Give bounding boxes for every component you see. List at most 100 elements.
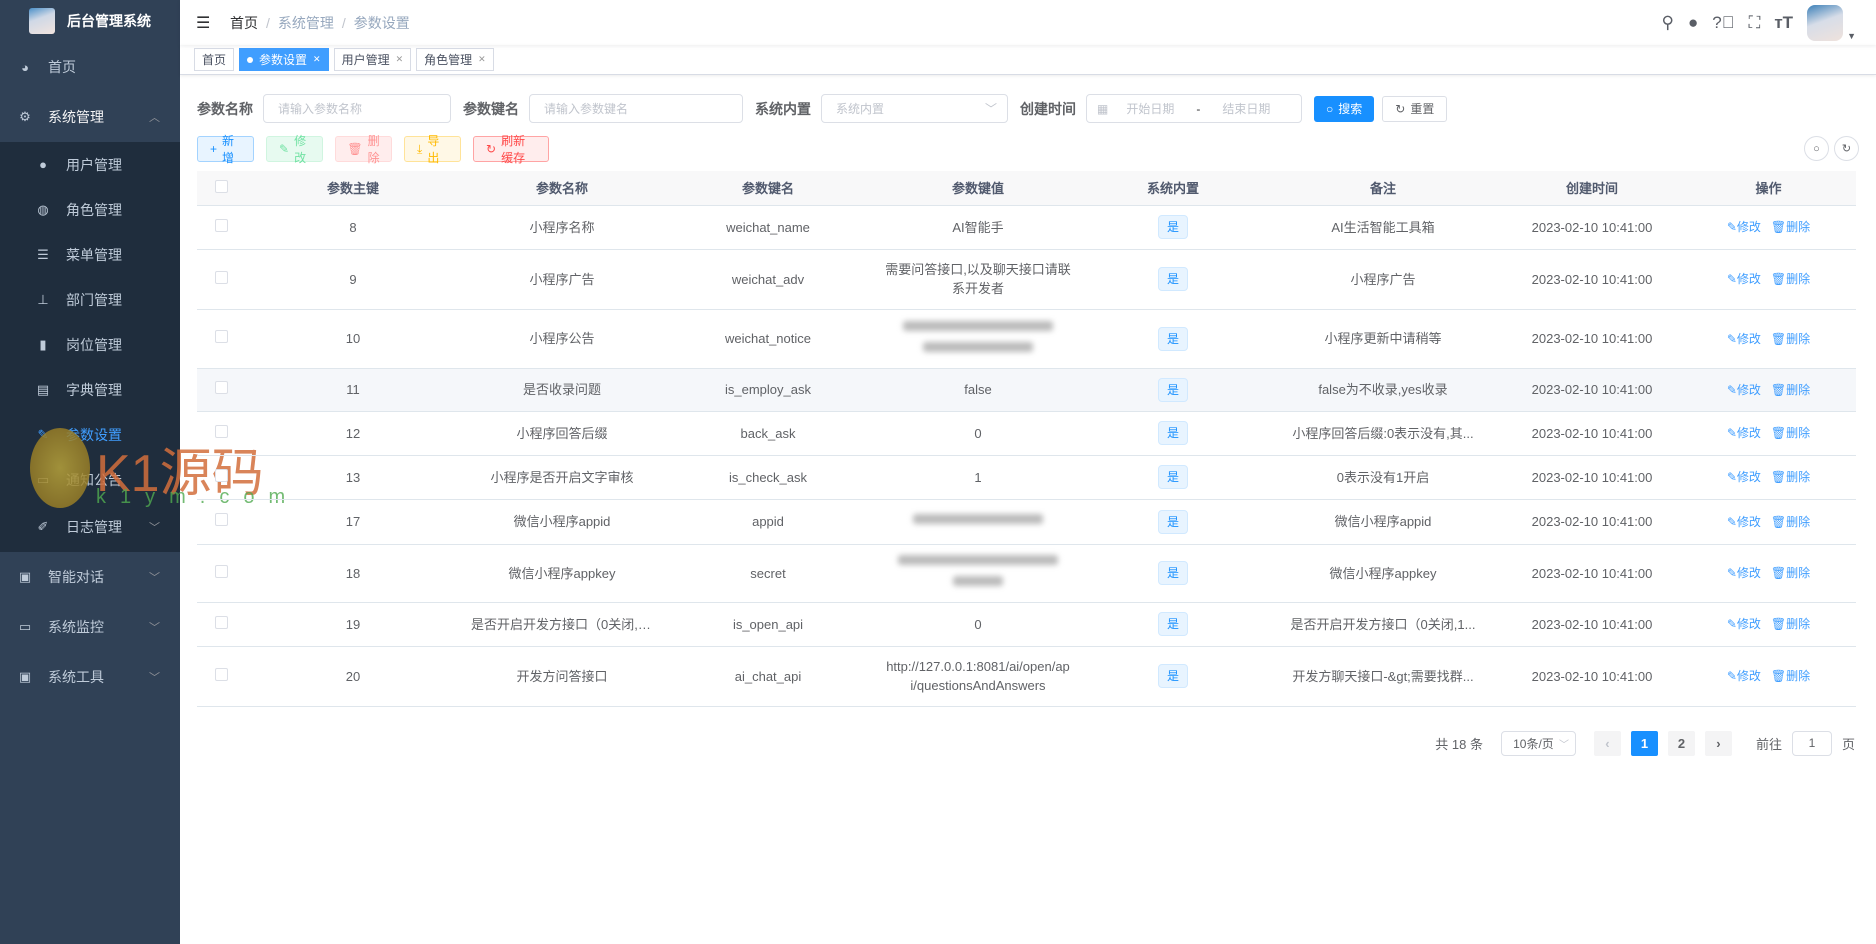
row-checkbox[interactable] <box>214 667 228 681</box>
help-icon[interactable]: ?⃝ <box>1712 13 1734 33</box>
table-row[interactable]: 19 是否开启开发方接口（0关闭,1... is_open_api 0 是 是否… <box>197 602 1856 647</box>
table-row[interactable]: 10 小程序公告 weichat_notice 是 小程序更新中请稍等 2023… <box>197 309 1856 369</box>
row-checkbox[interactable] <box>214 218 228 232</box>
row-delete-button[interactable]: 🗑删除 <box>1771 515 1810 529</box>
row-delete-button[interactable]: 🗑删除 <box>1771 220 1810 234</box>
add-button[interactable]: + 新增 <box>197 134 254 165</box>
row-checkbox[interactable] <box>214 270 228 284</box>
prev-page-button[interactable]: ‹ <box>1593 730 1621 756</box>
table-row[interactable]: 8 小程序名称 weichat_name AI智能手 是 AI生活智能工具箱 2… <box>197 205 1856 250</box>
logo[interactable]: 后台管理系统 <box>0 0 180 42</box>
table-row[interactable]: 12 小程序回答后缀 back_ask 0 是 小程序回答后缀:0表示没有,其.… <box>197 411 1856 456</box>
table-row[interactable]: 9 小程序广告 weichat_adv 需要问答接口,以及聊天接口请联系开发者 … <box>197 249 1856 310</box>
sidebar-item-depts[interactable]: ⊥ 部门管理 <box>0 277 180 322</box>
row-edit-button[interactable]: ✎修改 <box>1727 272 1761 286</box>
sidebar-item-dict[interactable]: ▤ 字典管理 <box>0 367 180 412</box>
sidebar-item-system[interactable]: ⚙ 系统管理 ︿ <box>0 92 180 142</box>
op-label: 删除 <box>1786 426 1811 440</box>
close-icon[interactable]: ✕ <box>478 54 486 65</box>
key-input[interactable]: 请输入参数键名 <box>529 94 743 123</box>
sidebar-item-users[interactable]: ● 用户管理 <box>0 142 180 187</box>
name-input[interactable]: 请输入参数名称 <box>263 94 451 123</box>
row-checkbox[interactable] <box>214 564 228 578</box>
type-label: 系统内置 <box>755 100 811 117</box>
refresh-table-button[interactable]: ↻ <box>1834 136 1859 161</box>
breadcrumb-home[interactable]: 首页 <box>230 15 258 31</box>
row-checkbox[interactable] <box>214 513 228 526</box>
table-row[interactable]: 11 是否收录问题 is_employ_ask false 是 false为不收… <box>197 368 1856 412</box>
row-delete-button[interactable]: 🗑删除 <box>1771 669 1810 683</box>
table-row[interactable]: 18 微信小程序appkey secret 是 微信小程序appkey 2023… <box>197 544 1856 603</box>
row-checkbox[interactable] <box>214 381 228 394</box>
goto-page-input[interactable]: 1 <box>1791 730 1832 756</box>
type-select[interactable]: 系统内置 ﹀ <box>821 94 1008 123</box>
reset-button[interactable]: ↻ 重置 <box>1382 95 1448 122</box>
user-avatar-dropdown[interactable]: ▼ <box>1807 4 1856 41</box>
row-delete-button[interactable]: 🗑删除 <box>1771 617 1810 631</box>
sidebar-item-tools[interactable]: ▣ 系统工具 ﹀ <box>0 652 180 702</box>
cell-remark: 小程序更新中请稍等 <box>1263 309 1503 369</box>
hamburger-icon[interactable]: ☰ <box>196 13 212 33</box>
edit-button[interactable]: ✎ 修改 <box>266 134 323 165</box>
row-edit-button[interactable]: ✎修改 <box>1727 566 1761 580</box>
row-delete-button[interactable]: 🗑删除 <box>1771 272 1810 286</box>
sidebar-item-posts[interactable]: ▮ 岗位管理 <box>0 322 180 367</box>
row-delete-button[interactable]: 🗑删除 <box>1771 566 1810 580</box>
page-1-button[interactable]: 1 <box>1630 730 1658 756</box>
search-button[interactable]: ○ 搜索 <box>1314 95 1375 122</box>
table-row[interactable]: 17 微信小程序appid appid 是 微信小程序appid 2023-02… <box>197 499 1856 545</box>
page-size-select[interactable]: 10条/页 ﹀ <box>1500 730 1576 756</box>
tag-label: 用户管理 <box>341 53 390 67</box>
start-placeholder: 开始日期 <box>1126 102 1175 116</box>
row-edit-button[interactable]: ✎修改 <box>1727 220 1761 234</box>
tag-home[interactable]: 首页 <box>194 48 235 71</box>
tag-roles[interactable]: 角色管理 ✕ <box>416 48 494 71</box>
select-all-checkbox[interactable] <box>214 179 228 193</box>
row-edit-button[interactable]: ✎修改 <box>1727 383 1761 397</box>
row-edit-button[interactable]: ✎修改 <box>1727 470 1761 484</box>
row-delete-button[interactable]: 🗑删除 <box>1771 383 1810 397</box>
date-range-picker[interactable]: ▦ 开始日期 - 结束日期 <box>1086 94 1302 123</box>
row-checkbox[interactable] <box>214 615 228 629</box>
tag-users[interactable]: 用户管理 ✕ <box>333 48 412 71</box>
sidebar-item-notice[interactable]: ▭ 通知公告 <box>0 457 180 502</box>
op-label: 修改 <box>1736 669 1761 683</box>
sidebar-item-log[interactable]: ✐ 日志管理 ﹀ <box>0 502 180 552</box>
sidebar-item-monitor[interactable]: ▭ 系统监控 ﹀ <box>0 602 180 652</box>
sidebar-item-menus[interactable]: ☰ 菜单管理 <box>0 232 180 277</box>
sidebar-item-home[interactable]: ◕ 首页 <box>0 42 180 92</box>
row-delete-button[interactable]: 🗑删除 <box>1771 332 1810 346</box>
font-size-icon[interactable]: ᴛT <box>1774 13 1793 33</box>
row-checkbox[interactable] <box>214 468 228 482</box>
github-icon[interactable]: ● <box>1688 13 1698 33</box>
next-page-button[interactable]: › <box>1704 730 1732 756</box>
search-icon[interactable]: ⚲ <box>1662 13 1674 33</box>
table-row[interactable]: 20 开发方问答接口 ai_chat_api http://127.0.0.1:… <box>197 646 1856 707</box>
edit-icon: ✎ <box>37 426 49 442</box>
row-delete-button[interactable]: 🗑删除 <box>1771 426 1810 440</box>
close-icon[interactable]: ✕ <box>396 54 404 65</box>
row-edit-button[interactable]: ✎修改 <box>1727 617 1761 631</box>
row-edit-button[interactable]: ✎修改 <box>1727 332 1761 346</box>
sidebar-item-roles[interactable]: ◍ 角色管理 <box>0 187 180 232</box>
page-2-button[interactable]: 2 <box>1667 730 1695 756</box>
chevron-down-icon: ﹀ <box>149 522 160 534</box>
sidebar-item-chat[interactable]: ▣ 智能对话 ﹀ <box>0 552 180 602</box>
row-checkbox[interactable] <box>214 424 228 438</box>
close-icon[interactable]: ✕ <box>313 54 321 65</box>
export-button[interactable]: ⤓ 导出 <box>404 134 461 165</box>
refresh-cache-button[interactable]: ↻ 刷新缓存 <box>473 134 549 165</box>
row-edit-button[interactable]: ✎修改 <box>1727 426 1761 440</box>
edit-icon: ✎ <box>1726 470 1737 484</box>
row-edit-button[interactable]: ✎修改 <box>1727 515 1761 529</box>
fullscreen-icon[interactable]: ⛶ <box>1748 13 1760 33</box>
toggle-search-button[interactable]: ○ <box>1804 136 1829 161</box>
row-delete-button[interactable]: 🗑删除 <box>1771 470 1810 484</box>
tag-config[interactable]: 参数设置 ✕ <box>239 48 329 71</box>
delete-button[interactable]: 🗑 删除 <box>335 134 392 165</box>
sidebar-item-config[interactable]: ✎ 参数设置 <box>0 412 180 457</box>
edit-icon: ✎ <box>1726 272 1737 286</box>
row-checkbox[interactable] <box>214 330 228 343</box>
table-row[interactable]: 13 小程序是否开启文字审核 is_check_ask 1 是 0表示没有1开启… <box>197 455 1856 500</box>
row-edit-button[interactable]: ✎修改 <box>1727 669 1761 683</box>
